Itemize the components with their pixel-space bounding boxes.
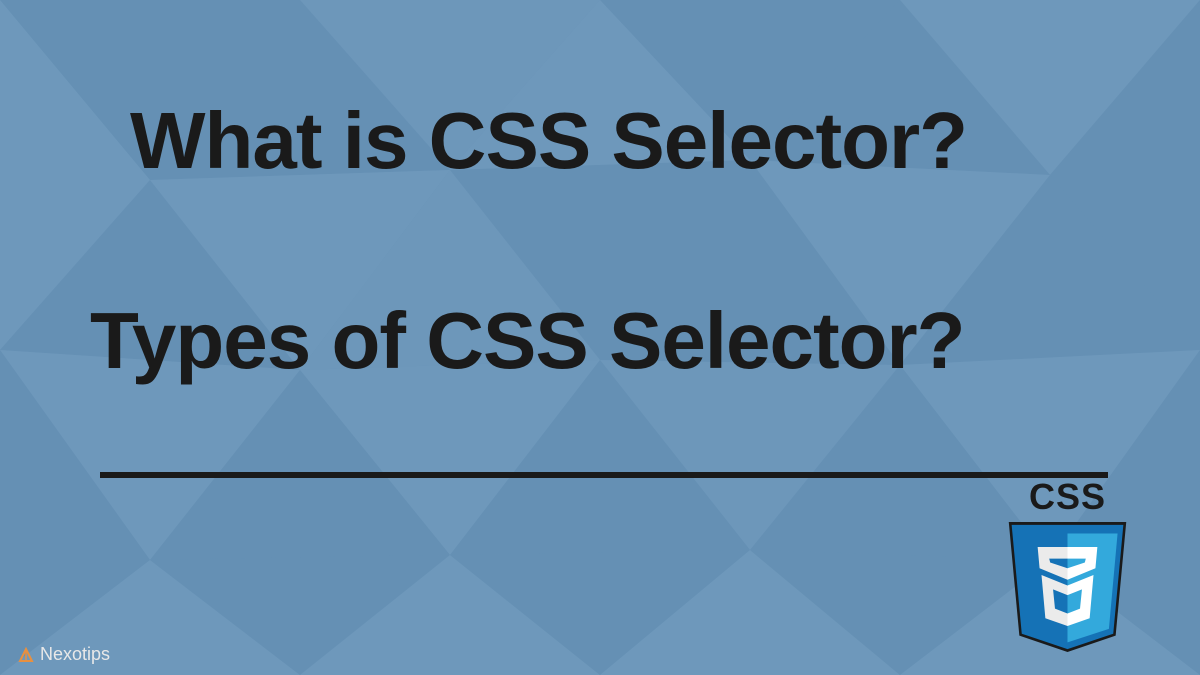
main-title-1: What is CSS Selector?: [130, 95, 967, 187]
main-title-2: Types of CSS Selector?: [90, 295, 965, 387]
brand-logo: Nexotips: [18, 644, 110, 665]
nexotips-icon: [18, 647, 34, 663]
css3-shield-icon: [1005, 522, 1130, 652]
css-logo-label: CSS: [1005, 476, 1130, 518]
css3-logo: CSS: [1005, 476, 1130, 657]
divider-line: [100, 472, 1108, 478]
brand-name: Nexotips: [40, 644, 110, 665]
